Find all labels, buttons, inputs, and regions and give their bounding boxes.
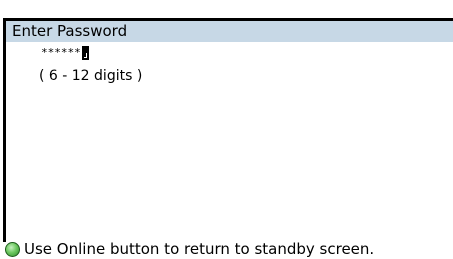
left-border — [3, 42, 6, 242]
password-entry-screen: Enter Password ****** ( 6 - 12 digits ) … — [0, 0, 453, 259]
footer-text: Use Online button to return to standby s… — [24, 240, 375, 258]
password-masked-value: ****** — [41, 46, 81, 59]
text-cursor-icon — [81, 46, 89, 60]
footer-instruction: Use Online button to return to standby s… — [5, 240, 374, 259]
password-length-hint: ( 6 - 12 digits ) — [39, 68, 143, 84]
screen-title: Enter Password — [12, 22, 128, 40]
password-field[interactable]: ****** — [41, 45, 89, 63]
title-bar: Enter Password — [3, 18, 453, 42]
online-button-icon — [5, 242, 20, 257]
